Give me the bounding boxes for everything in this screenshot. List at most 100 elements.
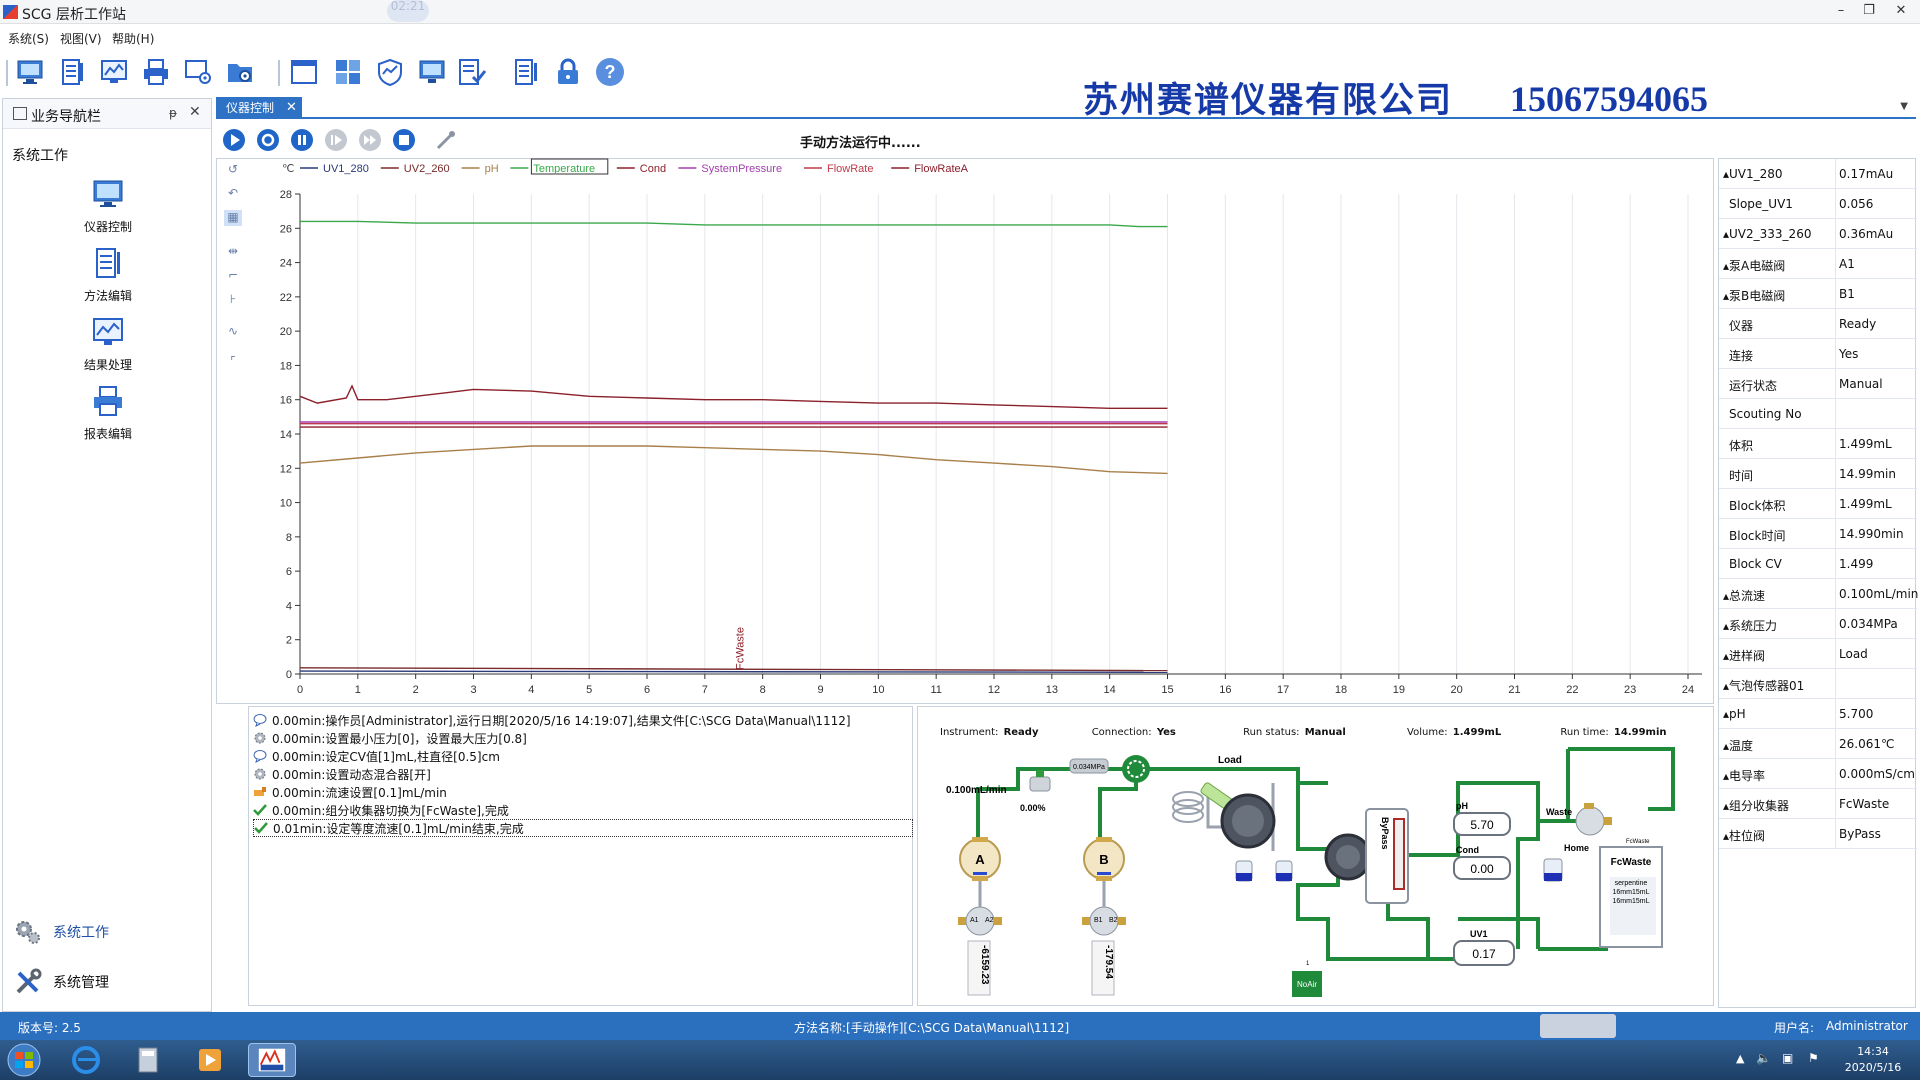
curve-icon[interactable]: ∿ — [224, 324, 242, 340]
tab-dropdown-button[interactable]: ▼ — [1900, 101, 1908, 112]
pin-icon[interactable]: ᵽ — [169, 106, 177, 120]
flag-icon[interactable]: ⚑ — [1808, 1051, 1819, 1065]
marker-icon[interactable]: ⌜ — [224, 354, 242, 370]
property-row[interactable]: Block CV 1.499 — [1719, 549, 1917, 579]
property-row[interactable]: ▴UV2_333_260 0.36mAu — [1719, 219, 1917, 249]
nav-close-button[interactable]: ✕ — [189, 104, 201, 120]
display-button[interactable] — [414, 54, 450, 90]
folder-settings-button[interactable] — [222, 54, 258, 90]
skip-button[interactable] — [358, 128, 382, 152]
property-row[interactable]: Block体积 1.499mL — [1719, 489, 1917, 519]
start-button-icon[interactable] — [4, 1042, 44, 1078]
close-button[interactable]: ✕ — [1890, 2, 1912, 22]
help-button[interactable]: ? — [592, 54, 628, 90]
checklist-button[interactable] — [456, 54, 492, 90]
tray-expand-icon[interactable]: ▲ — [1736, 1052, 1744, 1065]
log-entry[interactable]: 0.00min:组分收集器切换为[FcWaste],完成 — [253, 801, 509, 819]
grid-toggle-icon[interactable]: ▦ — [224, 210, 242, 226]
property-row[interactable]: 时间 14.99min — [1719, 459, 1917, 489]
property-row[interactable]: 连接 Yes — [1719, 339, 1917, 369]
tab-close-button[interactable]: ✕ — [286, 97, 297, 119]
record-button[interactable] — [256, 128, 280, 152]
browser-taskbar-icon[interactable] — [62, 1043, 110, 1077]
split-icon[interactable]: ⊦ — [224, 292, 242, 308]
ruler-icon[interactable]: ⌐ — [224, 268, 242, 284]
method-edit-button[interactable] — [54, 54, 90, 90]
nav-item-method-edit[interactable]: 方法编辑 — [63, 246, 153, 304]
pause-button[interactable] — [290, 128, 314, 152]
ime-toolbar[interactable] — [1540, 1014, 1616, 1038]
x-tick-label: 17 — [1277, 684, 1289, 696]
property-row[interactable]: Scouting No — [1719, 399, 1917, 429]
property-row[interactable]: ▴泵A电磁阀 A1 — [1719, 249, 1917, 279]
log-entry[interactable]: 0.00min:设定CV值[1]mL,柱直径[0.5]cm — [253, 747, 500, 765]
property-divider — [1835, 519, 1836, 549]
property-row[interactable]: ▴进样阀 Load — [1719, 639, 1917, 669]
media-player-taskbar-icon[interactable] — [186, 1043, 234, 1077]
nav-system-admin[interactable]: 系统管理 — [13, 967, 109, 997]
minimize-button[interactable]: – — [1830, 2, 1852, 22]
log-entry[interactable]: 0.00min:设置最小压力[0]，设置最大压力[0.8] — [253, 729, 527, 747]
property-row[interactable]: ▴组分收集器 FcWaste — [1719, 789, 1917, 819]
menu-system[interactable]: 系统(S) — [8, 30, 49, 47]
grid-layout-button[interactable] — [330, 54, 366, 90]
volume-icon[interactable]: 🔈 — [1756, 1051, 1771, 1065]
undo-icon[interactable]: ↶ — [224, 186, 242, 202]
property-row[interactable]: ▴总流速 0.100mL/min — [1719, 579, 1918, 609]
menu-view[interactable]: 视图(V) — [60, 30, 102, 47]
print-button[interactable] — [138, 54, 174, 90]
sample-tool-icon[interactable] — [434, 128, 458, 152]
nav-item-instrument-control[interactable]: 仪器控制 — [63, 177, 153, 235]
property-row[interactable]: Block时间 14.990min — [1719, 519, 1917, 549]
monitor-button[interactable] — [12, 54, 48, 90]
property-row[interactable]: ▴UV1_280 0.17mAu — [1719, 159, 1917, 189]
window-button[interactable] — [286, 54, 322, 90]
property-row[interactable]: ▴气泡传感器01 — [1719, 669, 1917, 699]
property-row[interactable]: ▴系统压力 0.034MPa — [1719, 609, 1917, 639]
method-name: 方法名称:[手动操作][C:\SCG Data\Manual\1112] — [794, 1021, 1070, 1035]
screen-settings-button[interactable] — [180, 54, 216, 90]
log-text: 0.00min:设定CV值[1]mL,柱直径[0.5]cm — [272, 749, 500, 764]
property-row[interactable]: ▴电导率 0.000mS/cm — [1719, 759, 1917, 789]
screen-settings-icon — [185, 60, 211, 84]
taskbar-clock[interactable]: 14:34 2020/5/16 — [1838, 1044, 1908, 1076]
step-button[interactable] — [324, 128, 348, 152]
y-tick-label: 4 — [286, 600, 292, 612]
scg-taskbar-icon[interactable] — [248, 1043, 296, 1077]
property-row[interactable]: 体积 1.499mL — [1719, 429, 1917, 459]
reset-zoom-icon[interactable]: ↺ — [224, 162, 242, 178]
lock-button[interactable] — [550, 54, 586, 90]
result-chart-button[interactable] — [96, 54, 132, 90]
nav-system-work[interactable]: 系统工作 — [13, 917, 109, 947]
nav-item-result-processing[interactable]: 结果处理 — [63, 315, 153, 373]
zoom-x-icon[interactable]: ⇹ — [224, 244, 242, 260]
play-button[interactable] — [222, 128, 246, 152]
document-button[interactable] — [508, 54, 544, 90]
log-entry-selected[interactable]: 0.01min:设定等度流速[0.1]mL/min结束,完成 — [253, 819, 913, 837]
document-icon — [515, 59, 537, 85]
pump-b-label: B — [1099, 852, 1108, 867]
log-entry[interactable]: 0.00min:设置动态混合器[开] — [253, 765, 431, 783]
property-row[interactable]: ▴温度 26.061℃ — [1719, 729, 1917, 759]
menu-help[interactable]: 帮助(H) — [112, 30, 154, 47]
property-row[interactable]: ▴pH 5.700 — [1719, 699, 1917, 729]
nav-item-report-edit[interactable]: 报表编辑 — [63, 384, 153, 442]
calculator-taskbar-icon[interactable] — [124, 1043, 172, 1077]
network-icon[interactable]: ▣ — [1782, 1051, 1793, 1065]
property-row[interactable]: 仪器 Ready — [1719, 309, 1917, 339]
property-row[interactable]: ▴柱位阀 ByPass — [1719, 819, 1917, 849]
log-entry[interactable]: 0.00min:流速设置[0.1]mL/min — [253, 783, 447, 801]
x-tick-label: 1 — [355, 684, 361, 696]
property-row[interactable]: 运行状态 Manual — [1719, 369, 1917, 399]
property-row[interactable]: ▴泵B电磁阀 B1 — [1719, 279, 1917, 309]
log-entry[interactable]: 0.00min:操作员[Administrator],运行日期[2020/5/1… — [253, 711, 851, 729]
stop-button[interactable] — [392, 128, 416, 152]
rack-title: FcWaste — [1611, 857, 1652, 868]
log-text: 0.01min:设定等度流速[0.1]mL/min结束,完成 — [273, 821, 524, 836]
printer-icon — [94, 386, 122, 416]
tab-instrument-control[interactable]: 仪器控制 ✕ — [216, 97, 302, 119]
property-row[interactable]: Slope_UV1 0.056 — [1719, 189, 1917, 219]
shield-chart-button[interactable] — [372, 54, 408, 90]
restore-button[interactable]: ❐ — [1858, 2, 1880, 22]
chromatogram-chart[interactable]: 02468101214161820222426280 1 2 3 4 5 6 7 8 9 10 11 1… — [250, 158, 1710, 704]
